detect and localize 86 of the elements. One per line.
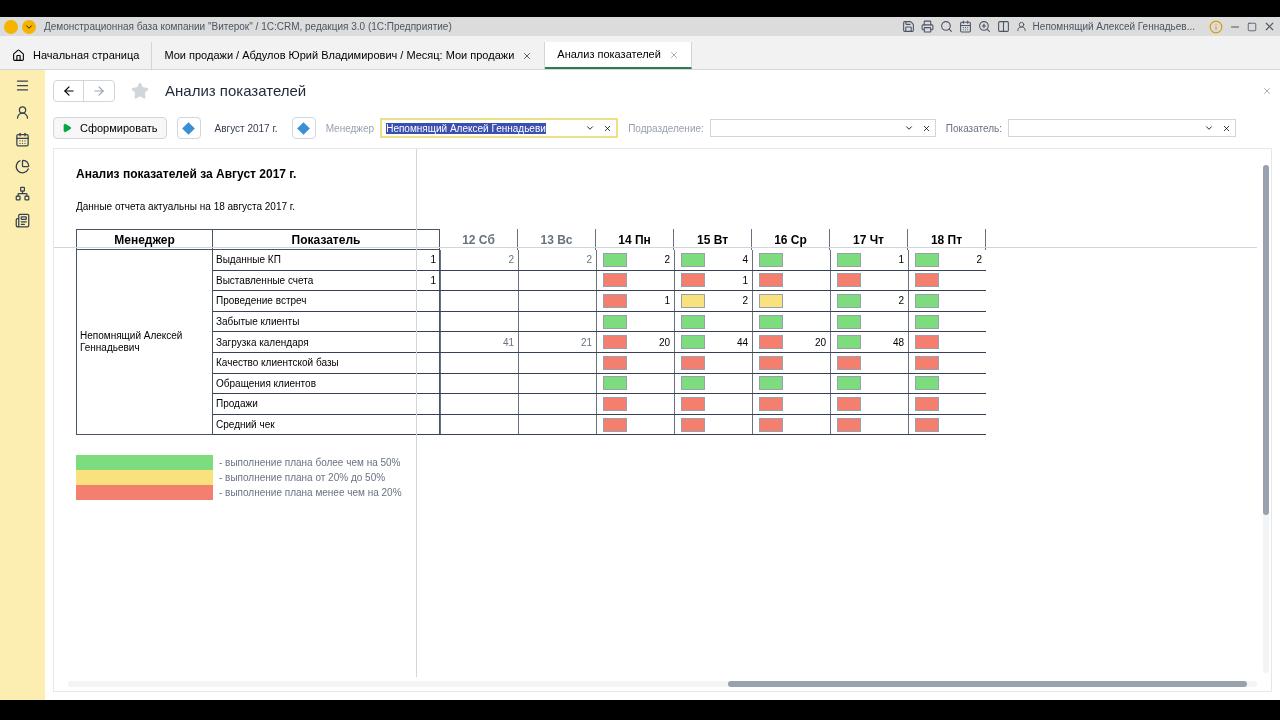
next-period-button[interactable] <box>291 117 316 139</box>
indicator-label: Показатель: <box>945 121 1003 136</box>
user-icon <box>1015 21 1027 32</box>
legend-text: - выполнение плана менее чем на 20% <box>219 486 402 501</box>
cell-value: 2 <box>742 294 748 309</box>
cell-value: 2 <box>898 294 904 309</box>
cell-value: 41 <box>502 335 514 350</box>
cell-value: 1 <box>664 294 670 309</box>
indicator-name: Обращения клиентов <box>216 376 316 391</box>
day-header: 15 Вт <box>674 229 752 250</box>
cell-value: 2 <box>664 253 670 268</box>
indicator-name: Выставленные счета <box>216 273 314 288</box>
favorite-star-icon[interactable] <box>131 82 149 100</box>
indicator-name: Загрузка календаря <box>216 335 309 350</box>
report-icon[interactable] <box>15 213 30 228</box>
person-icon[interactable] <box>15 105 30 120</box>
period-label: Август 2017 г. <box>214 121 278 136</box>
dropdown-icon[interactable] <box>585 123 596 133</box>
dropdown-icon[interactable] <box>1204 123 1215 133</box>
vertical-scrollbar[interactable] <box>1263 165 1269 673</box>
indicator-name: Забытые клиенты <box>216 315 300 330</box>
calendar-icon[interactable] <box>15 132 30 147</box>
play-icon <box>62 123 72 133</box>
zoom-icon[interactable] <box>977 20 991 33</box>
indicator-total: 1 <box>430 253 436 268</box>
panel-icon[interactable] <box>996 20 1010 33</box>
department-label: Подразделение: <box>628 121 704 136</box>
search-icon[interactable] <box>939 20 953 33</box>
day-header: 16 Ср <box>752 229 830 250</box>
maximize-icon[interactable] <box>1247 21 1257 32</box>
save-icon[interactable] <box>901 20 915 33</box>
legend-text: - выполнение плана более чем на 50% <box>219 456 401 471</box>
tab[interactable]: Начальная страница <box>0 42 153 69</box>
indicator-field[interactable] <box>1008 119 1237 137</box>
tab[interactable]: Анализ показателей <box>545 42 692 69</box>
cell-value: 4 <box>742 253 748 268</box>
cell-value: 48 <box>892 335 904 350</box>
menu-icon[interactable] <box>15 78 30 93</box>
day-header: 12 Сб <box>440 229 518 250</box>
clear-icon[interactable] <box>921 123 931 133</box>
column-header: Показатель <box>213 229 440 250</box>
day-header: 17 Чт <box>830 229 908 250</box>
day-header: 18 Пт <box>908 229 986 250</box>
dropdown-icon[interactable] <box>903 123 914 133</box>
cell-value: 1 <box>742 273 748 288</box>
forward-arrow-icon <box>92 84 106 98</box>
generate-button[interactable]: Сформировать <box>53 117 167 139</box>
user-name[interactable]: Непомнящий Алексей Геннадьев... <box>1032 19 1195 34</box>
manager-cell: Непомнящий Алексей Геннадьевич <box>76 250 213 436</box>
cell-value: 44 <box>736 335 748 350</box>
indicator-name: Проведение встреч <box>216 294 307 309</box>
cell-value: 1 <box>898 253 904 268</box>
cell-value: 20 <box>814 335 826 350</box>
day-header: 14 Пн <box>596 229 674 250</box>
department-field[interactable] <box>709 119 936 137</box>
calendar-icon[interactable] <box>958 20 972 33</box>
cell-value: 20 <box>658 335 670 350</box>
pie-chart-icon[interactable] <box>15 159 30 174</box>
page-title: Анализ показателей <box>165 80 307 101</box>
cell-value: 2 <box>976 253 982 268</box>
report-subtitle: Данные отчета актуальны на 18 августа 2017 г. <box>76 200 296 214</box>
clear-icon[interactable] <box>1222 123 1232 133</box>
indicator-name: Продажи <box>216 397 258 412</box>
main-menu-button[interactable] <box>22 19 36 34</box>
home-icon <box>12 49 25 62</box>
app-logo-icon <box>4 19 18 34</box>
indicator-name: Качество клиентской базы <box>216 356 339 371</box>
day-header: 13 Вс <box>518 229 596 250</box>
column-header: Менеджер <box>76 229 213 250</box>
cell-value: 2 <box>586 253 592 268</box>
manager-field[interactable]: Непомнящий Алексей Геннадьеви <box>380 118 619 138</box>
close-tab-icon[interactable] <box>522 50 533 61</box>
indicator-name: Выданные КП <box>216 253 281 268</box>
manager-label: Менеджер <box>325 121 375 136</box>
indicator-name: Средний чек <box>216 418 275 433</box>
clear-icon[interactable] <box>603 123 613 133</box>
hierarchy-icon[interactable] <box>15 186 30 201</box>
previous-period-button[interactable] <box>176 117 201 139</box>
cell-value: 2 <box>508 253 514 268</box>
legend-text: - выполнение плана от 20% до 50% <box>219 471 386 486</box>
cell-value: 21 <box>580 335 592 350</box>
close-icon[interactable] <box>1263 20 1276 33</box>
print-icon[interactable] <box>920 20 934 33</box>
indicator-total: 1 <box>430 273 436 288</box>
report-title: Анализ показателей за Август 2017 г. <box>76 166 298 183</box>
window-title: Демонстрационная база компании "Витерок" / 1С:CRM, редакция 3.0 (1С:Предприятие) <box>44 20 452 34</box>
